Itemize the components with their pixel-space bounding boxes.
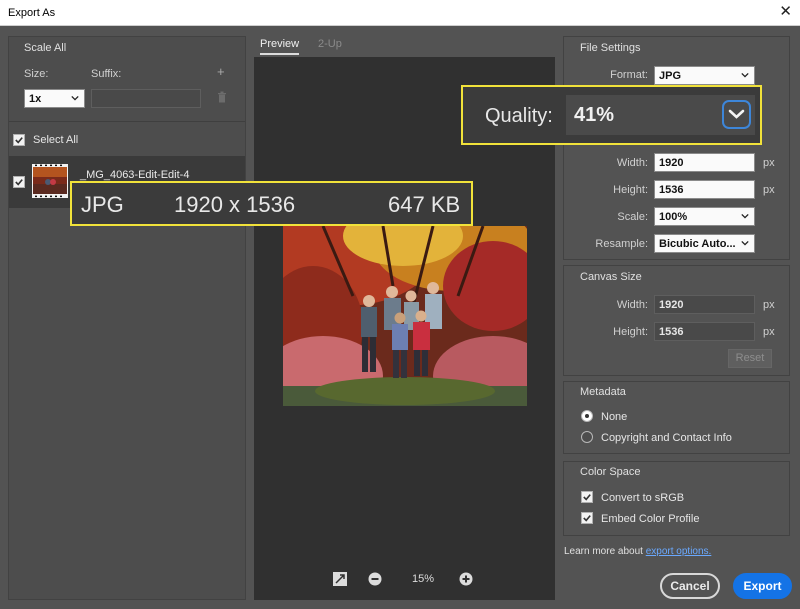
export-options-link[interactable]: export options. [646,546,712,557]
close-icon[interactable]: ✕ [779,3,792,21]
cancel-button[interactable]: Cancel [660,573,720,599]
learn-more-text: Learn more about export options. [564,546,711,557]
left-divider [9,121,245,122]
embed-profile-label: Embed Color Profile [601,513,700,525]
add-scale-icon[interactable]: + [217,64,225,79]
callout-format: JPG [81,192,124,217]
height-unit: px [763,184,775,196]
trash-icon[interactable] [217,91,227,103]
metadata-none-radio[interactable] [581,410,593,422]
width-label: Width: [616,157,648,169]
callout-dimensions: 1920 x 1536 [174,192,296,217]
resample-select-value: Bicubic Auto... [659,238,736,250]
check-icon [583,515,591,522]
chevron-down-icon [741,240,749,246]
canvas-width-unit: px [763,299,775,311]
file-thumbnail [32,164,68,198]
chevron-down-icon [741,213,749,219]
scale-select[interactable]: 100% [654,207,755,226]
size-select[interactable]: 1x [24,89,85,108]
chevron-down-icon [741,72,749,78]
convert-srgb-checkbox[interactable] [581,491,593,503]
file-checkbox[interactable] [13,176,25,188]
height-label: Height: [613,184,648,196]
format-label: Format: [610,69,648,81]
zoom-in-icon[interactable] [459,572,473,586]
window-title: Export As [8,7,56,19]
file-name: _MG_4063-Edit-Edit-4 [80,169,190,181]
canvas-width-input[interactable]: 1920 [654,295,755,314]
metadata-copyright-label: Copyright and Contact Info [601,432,732,444]
chevron-down-icon[interactable] [722,100,751,129]
metadata-copyright-radio[interactable] [581,431,593,443]
canvas-size-title: Canvas Size [580,271,642,283]
export-button[interactable]: Export [733,573,792,599]
width-input[interactable]: 1920 [654,153,755,172]
metadata-title: Metadata [580,386,626,398]
quality-callout: Quality: 41% [461,85,762,145]
select-all-label: Select All [33,134,79,146]
convert-srgb-label: Convert to sRGB [601,492,685,504]
title-bar: Export As ✕ [0,0,800,26]
callout-file-size: 647 KB [388,192,461,217]
select-all-checkbox[interactable] [13,134,25,146]
file-info-callout: JPG 1920 x 1536 647 KB [70,181,473,226]
format-select-value: JPG [659,70,682,82]
tab-2-up[interactable]: 2-Up [318,38,342,50]
check-icon [583,494,591,501]
resample-select[interactable]: Bicubic Auto... [654,234,755,253]
quality-label: Quality: [485,105,553,127]
learn-more-label: Learn more about [564,546,643,557]
reset-button[interactable]: Reset [728,349,772,368]
canvas-height-label: Height: [613,326,648,338]
scale-select-value: 100% [659,211,688,223]
resample-label: Resample: [595,238,648,250]
quality-select[interactable]: 41% [566,95,755,135]
scale-all-title: Scale All [24,42,67,54]
height-input[interactable]: 1536 [654,180,755,199]
size-label: Size: [24,68,49,80]
chevron-down-icon [71,95,79,101]
canvas-height-input[interactable]: 1536 [654,322,755,341]
canvas-width-label: Width: [616,299,648,311]
color-space-title: Color Space [580,466,641,478]
embed-profile-checkbox[interactable] [581,512,593,524]
size-select-value: 1x [29,93,42,105]
suffix-input[interactable] [91,89,201,108]
width-unit: px [763,157,775,169]
tab-preview[interactable]: Preview [260,38,300,55]
check-icon [15,179,23,186]
metadata-none-label: None [601,411,628,423]
fit-to-screen-icon[interactable] [333,572,347,586]
check-icon [15,137,23,144]
suffix-label: Suffix: [91,68,122,80]
file-settings-title: File Settings [580,42,641,54]
scale-label: Scale: [617,211,648,223]
zoom-level: 15% [412,573,435,585]
canvas-height-unit: px [763,326,775,338]
quality-value: 41% [574,104,615,126]
format-select[interactable]: JPG [654,66,755,85]
preview-image [283,226,527,406]
zoom-out-icon[interactable] [368,572,382,586]
